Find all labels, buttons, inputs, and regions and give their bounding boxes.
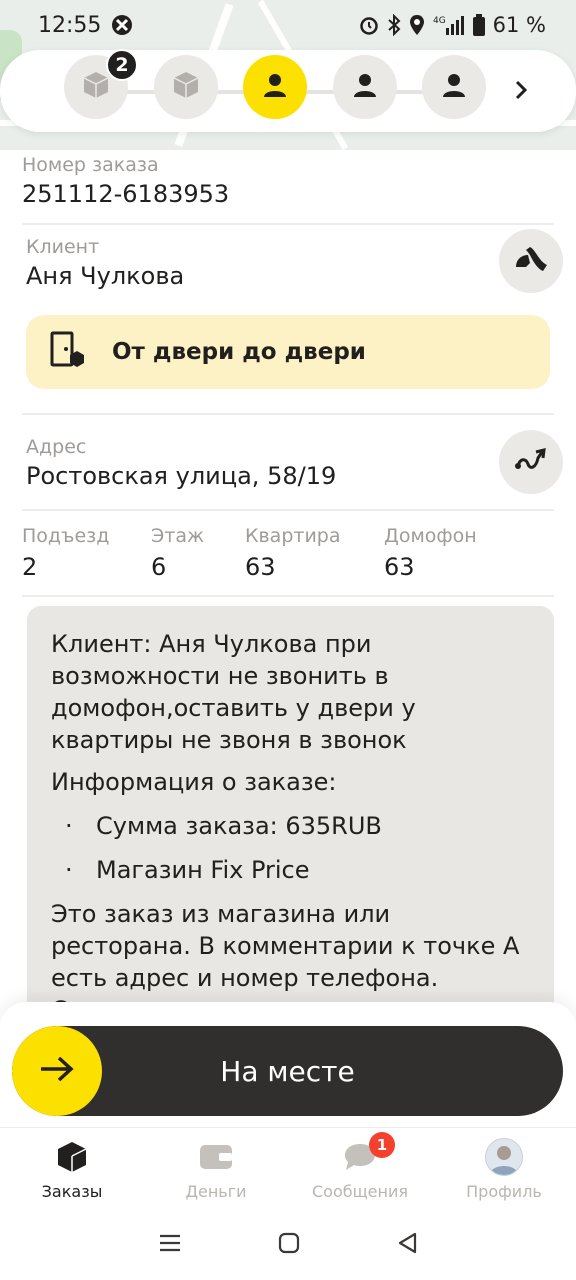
signal-icon: 4G <box>433 14 465 36</box>
person-icon <box>440 71 468 103</box>
step-badge: 2 <box>106 49 138 81</box>
apartment-value: 63 <box>245 553 276 581</box>
avatar <box>485 1136 523 1178</box>
apartment-label: Квартира <box>245 525 341 547</box>
route-icon <box>514 446 548 478</box>
list-item: · Магазин Fix Price <box>65 856 310 884</box>
package-icon <box>171 70 201 104</box>
client-comment: Клиент: Аня Чулкова при возможности не з… <box>27 606 554 1026</box>
phone-icon <box>514 245 548 277</box>
order-number-value: 251112-6183953 <box>22 180 230 208</box>
floor: Этаж 6 <box>151 525 245 581</box>
arrow-right-icon <box>38 1054 76 1088</box>
apartment: Квартира 63 <box>245 525 384 581</box>
system-navigation <box>0 1209 576 1280</box>
slider-knob[interactable] <box>12 1026 102 1116</box>
svg-text:4G: 4G <box>433 16 446 26</box>
tab-money[interactable]: Деньги <box>144 1128 288 1209</box>
order-number-label: Номер заказа <box>22 154 159 176</box>
battery-level: 61 % <box>492 13 546 37</box>
door-package-icon <box>50 331 84 373</box>
call-client-button[interactable] <box>499 229 563 293</box>
intercom-label: Домофон <box>384 525 477 547</box>
list-item: · Сумма заказа: 635RUB <box>65 812 382 840</box>
status-bar: 12:55 4G 61 % <box>0 0 576 50</box>
chevron-right-icon[interactable] <box>506 72 536 108</box>
entrance: Подъезд 2 <box>22 525 151 581</box>
slider-label: На месте <box>220 1054 355 1088</box>
delivery-type-card[interactable]: От двери до двери <box>26 315 550 389</box>
action-sheet: На месте <box>0 1002 576 1127</box>
address-value: Ростовская улица, 58/19 <box>26 462 337 490</box>
orders-icon <box>57 1136 87 1178</box>
bottom-tab-bar: Заказы Деньги 1 Сообщения Профиль <box>0 1127 576 1209</box>
order-number: Номер заказа 251112-6183953 <box>22 154 229 208</box>
delivery-type-label: От двери до двери <box>112 339 366 365</box>
address-info: Адрес Ростовская улица, 58/19 <box>26 436 336 490</box>
messages-badge: 1 <box>369 1132 395 1158</box>
address-details: Подъезд 2 Этаж 6 Квартира 63 Домофон 63 <box>22 525 514 581</box>
package-icon <box>81 70 111 104</box>
floor-value: 6 <box>151 553 167 581</box>
home-icon[interactable] <box>278 1232 300 1258</box>
tab-messages-label: Сообщения <box>311 1182 408 1201</box>
client-label: Клиент <box>26 236 100 258</box>
entrance-value: 2 <box>22 553 38 581</box>
comment-text: Клиент: Аня Чулкова при возможности не з… <box>51 630 416 754</box>
battery-icon <box>472 14 485 36</box>
step-4[interactable] <box>333 55 397 119</box>
arrived-slider[interactable]: На месте <box>12 1026 563 1116</box>
order-stepper: 2 <box>0 49 576 132</box>
bluetooth-icon <box>387 14 401 36</box>
tab-messages[interactable]: 1 Сообщения <box>288 1128 432 1209</box>
intercom: Домофон 63 <box>384 525 514 581</box>
location-icon <box>409 14 425 36</box>
client-name: Аня Чулкова <box>26 262 185 290</box>
step-5[interactable] <box>422 55 486 119</box>
menu-icon[interactable] <box>158 1233 182 1257</box>
person-icon <box>351 71 379 103</box>
step-1[interactable]: 2 <box>64 49 138 119</box>
tab-profile[interactable]: Профиль <box>432 1128 576 1209</box>
step-2[interactable] <box>154 55 218 119</box>
person-icon <box>261 71 289 103</box>
status-time: 12:55 <box>38 12 102 38</box>
floor-label: Этаж <box>151 525 205 547</box>
order-info-list: · Сумма заказа: 635RUB · Магазин Fix Price <box>51 804 530 892</box>
route-button[interactable] <box>499 430 563 494</box>
order-info-title: Информация о заказе: <box>51 768 337 796</box>
chat-icon: 1 <box>343 1132 395 1178</box>
intercom-value: 63 <box>384 553 415 581</box>
tab-orders-label: Заказы <box>41 1182 103 1201</box>
client-info: Клиент Аня Чулкова <box>26 236 184 290</box>
entrance-label: Подъезд <box>22 525 110 547</box>
tab-orders[interactable]: Заказы <box>0 1128 144 1209</box>
back-icon[interactable] <box>396 1231 418 1259</box>
tab-profile-label: Профиль <box>466 1182 542 1201</box>
alarm-icon <box>359 15 379 35</box>
wallet-icon <box>199 1136 233 1178</box>
tab-money-label: Деньги <box>185 1182 247 1201</box>
step-3[interactable] <box>243 55 307 119</box>
address-label: Адрес <box>26 436 87 458</box>
app-notification-icon <box>111 14 133 36</box>
